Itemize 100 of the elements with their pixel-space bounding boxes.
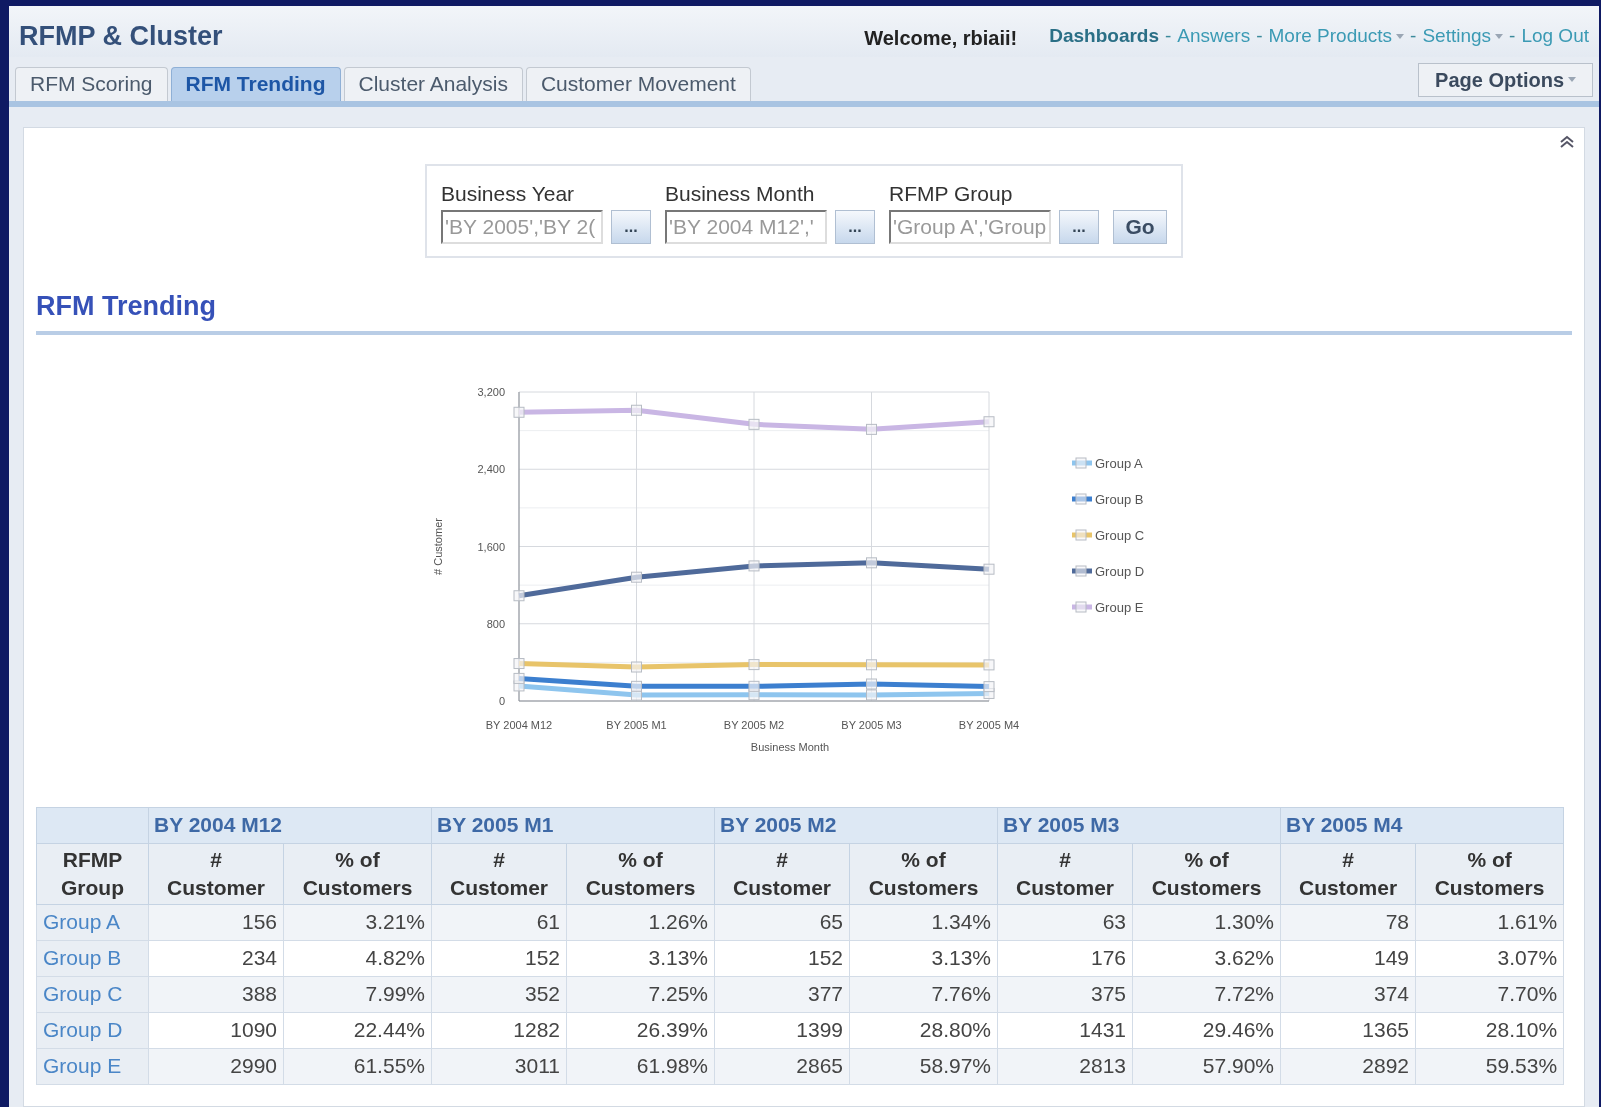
x-tick-label: BY 2005 M2 [723, 718, 785, 731]
table-cell: 7.25% [566, 976, 715, 1012]
table-cell: 58.97% [849, 1048, 998, 1084]
point [983, 415, 995, 427]
table-cell: 3.21% [283, 904, 432, 940]
go-button[interactable]: Go [1113, 210, 1167, 244]
table-cell: 7.76% [849, 976, 998, 1012]
table-cell: 234 [148, 940, 284, 976]
column-header: % of Customers [1415, 843, 1564, 904]
filter-label: RFMP Group [889, 180, 1014, 207]
table-cell: 3.13% [849, 940, 998, 976]
table-cell: 1.26% [566, 904, 715, 940]
table-cell: 65 [714, 904, 850, 940]
column-header: % of Customers [566, 843, 715, 904]
month-header: BY 2005 M4 [1280, 807, 1564, 843]
point [866, 423, 877, 435]
table-cell: 28.80% [849, 1012, 998, 1048]
legend-label: Group A [1095, 455, 1143, 471]
table-cell: 149 [1280, 940, 1416, 976]
column-header: # Customer [997, 843, 1133, 904]
browse-button[interactable]: ... [835, 210, 875, 244]
table-cell: 61 [431, 904, 567, 940]
column-header: # Customer [1280, 843, 1416, 904]
table-cell: 7.99% [283, 976, 432, 1012]
tab[interactable]: Customer Movement [525, 66, 751, 101]
group-link[interactable]: Group B [36, 940, 149, 976]
caret-icon [1396, 34, 1405, 40]
nav-link[interactable]: Log Out [1521, 22, 1589, 51]
table-cell: 28.10% [1415, 1012, 1564, 1048]
filter-input[interactable]: 'Group A','Group [889, 210, 1051, 244]
link-separator: - [1509, 24, 1516, 48]
month-header: BY 2005 M1 [431, 807, 715, 843]
welcome-text: Welcome, rbiaii! [864, 26, 1018, 52]
browse-button[interactable]: ... [1059, 210, 1099, 244]
y-tick-label: 2,400 [477, 462, 505, 475]
collapse-icon[interactable] [1558, 133, 1576, 148]
legend-swatch [1072, 565, 1092, 576]
x-tick-label: BY 2004 M12 [485, 718, 553, 731]
table-cell: 152 [714, 940, 850, 976]
table-cell: 7.70% [1415, 976, 1564, 1012]
column-header: RFMP Group [36, 843, 149, 904]
table-cell: 4.82% [283, 940, 432, 976]
table-cell: 3.13% [566, 940, 715, 976]
legend-swatch [1072, 493, 1092, 504]
table-cell: 1365 [1280, 1012, 1416, 1048]
app-title: RFMP & Cluster [19, 20, 223, 53]
table-cell: 2892 [1280, 1048, 1416, 1084]
column-header: % of Customers [849, 843, 998, 904]
nav-link[interactable]: Settings [1422, 22, 1504, 51]
browse-button[interactable]: ... [611, 210, 651, 244]
table-cell: 375 [997, 976, 1133, 1012]
nav-link[interactable]: Answers [1177, 22, 1251, 51]
table-cell: 377 [714, 976, 850, 1012]
table-cell: 1282 [431, 1012, 567, 1048]
table-cell: 3011 [431, 1048, 567, 1084]
group-link[interactable]: Group A [36, 904, 149, 940]
page-options-button[interactable]: Page Options [1418, 62, 1593, 97]
group-link[interactable]: Group D [36, 1012, 149, 1048]
table-cell: 78 [1280, 904, 1416, 940]
point [748, 418, 760, 430]
legend-label: Group B [1095, 491, 1144, 507]
table-cell: 7.72% [1132, 976, 1281, 1012]
month-header: BY 2005 M2 [714, 807, 998, 843]
y-tick-label: 0 [498, 694, 505, 707]
column-header: # Customer [431, 843, 567, 904]
tab[interactable]: RFM Trending [170, 66, 341, 101]
group-link[interactable]: Group C [36, 976, 149, 1012]
y-tick-label: 800 [486, 617, 505, 630]
table-cell: 22.44% [283, 1012, 432, 1048]
month-header: BY 2005 M3 [997, 807, 1281, 843]
table-cell: 61.98% [566, 1048, 715, 1084]
column-header: % of Customers [283, 843, 432, 904]
point [866, 688, 877, 700]
group-link[interactable]: Group E [36, 1048, 149, 1084]
table-cell: 63 [997, 904, 1133, 940]
tab[interactable]: Cluster Analysis [343, 66, 523, 101]
legend-swatch [1072, 457, 1092, 468]
table-cell: 1.30% [1132, 904, 1281, 940]
link-separator: - [1165, 24, 1172, 48]
table-cell: 1.61% [1415, 904, 1564, 940]
table-cell: 3.07% [1415, 940, 1564, 976]
legend-label: Group D [1095, 563, 1145, 579]
x-tick-label: BY 2005 M3 [841, 718, 902, 731]
filter-input[interactable]: 'BY 2004 M12',' [665, 210, 827, 244]
section-title: RFM Trending [36, 286, 1572, 335]
column-header: # Customer [714, 843, 850, 904]
nav-link[interactable]: Dashboards [1049, 22, 1159, 51]
y-axis-title: # Customer [432, 517, 444, 575]
table-cell: 2990 [148, 1048, 284, 1084]
y-tick-label: 3,200 [477, 385, 505, 398]
column-header: % of Customers [1132, 843, 1281, 904]
table-cell: 1.34% [849, 904, 998, 940]
point [631, 404, 642, 416]
month-header: BY 2004 M12 [148, 807, 432, 843]
filter-input[interactable]: 'BY 2005','BY 2( [441, 210, 603, 244]
table-cell: 26.39% [566, 1012, 715, 1048]
nav-link[interactable]: More Products [1268, 22, 1405, 51]
x-tick-label: BY 2005 M4 [958, 718, 1020, 731]
link-separator: - [1256, 24, 1263, 48]
tab[interactable]: RFM Scoring [15, 66, 168, 101]
